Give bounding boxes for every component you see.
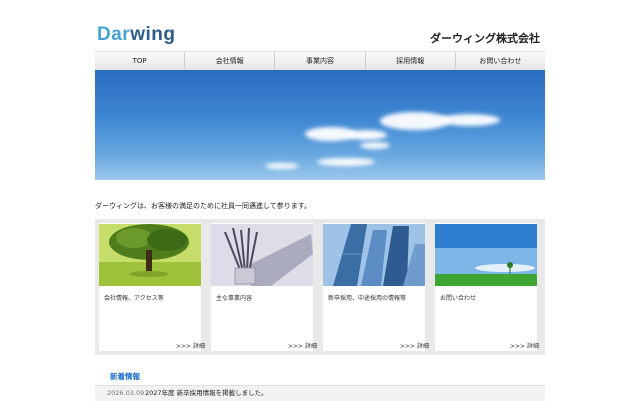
pencils-image <box>211 224 313 286</box>
card-caption: 新卒採用、中途採用の情報等 <box>328 295 407 302</box>
news-date: 2026.03.09 <box>107 389 145 397</box>
company-name: ダーウィング株式会社 <box>430 32 540 45</box>
news-item[interactable]: 2026.03.09 2027年度 新卒採用情報を掲載しました。 <box>95 385 545 401</box>
service-cards: 会社情報、アクセス等 主な事業内容 新卒採用、中途採用の情報等 お問い合わせ <box>95 219 545 355</box>
nav-item-top[interactable]: TOP <box>95 52 186 70</box>
card-business[interactable]: 主な事業内容 <box>211 223 313 351</box>
main-nav: TOP 会社情報 事業内容 採用情報 お問い合わせ <box>95 51 545 71</box>
field-image <box>435 224 537 286</box>
cloud-shape <box>360 142 390 149</box>
more-link[interactable]: >>> 詳細 <box>510 341 539 350</box>
skyscrapers-image <box>323 224 425 286</box>
news-text[interactable]: 2027年度 新卒採用情報を掲載しました。 <box>145 386 268 401</box>
card-company[interactable]: 会社情報、アクセス等 <box>99 223 201 351</box>
card-caption: 主な事業内容 <box>216 295 253 302</box>
site-logo[interactable]: Darwing <box>97 24 175 46</box>
card-contact[interactable]: お問い合わせ <box>435 223 537 351</box>
more-link[interactable]: >>> 詳細 <box>176 341 205 350</box>
logo-text-part1: Dar <box>97 24 131 45</box>
nav-item-contact[interactable]: お問い合わせ <box>456 52 545 70</box>
page: Darwing ダーウィング株式会社 TOP 会社情報 事業内容 採用情報 お問… <box>0 0 640 401</box>
card-caption: 会社情報、アクセス等 <box>104 295 164 302</box>
logo-text-part2: wing <box>130 24 176 45</box>
card-recruit[interactable]: 新卒採用、中途採用の情報等 <box>323 223 425 351</box>
cloud-shape <box>440 114 500 126</box>
card-caption: お問い合わせ <box>440 295 477 302</box>
hero-sky-image <box>95 70 545 180</box>
intro-text: ダーウィングは、お客様の満足のために社員一同邁進して参ります。 <box>95 202 312 210</box>
more-link[interactable]: >>> 詳細 <box>400 341 429 350</box>
news-heading: 新着情報 <box>110 372 140 381</box>
more-link[interactable]: >>> 詳細 <box>288 341 317 350</box>
nav-item-recruit[interactable]: 採用情報 <box>366 52 456 70</box>
nav-item-company[interactable]: 会社情報 <box>185 52 276 70</box>
tree-image <box>99 224 201 286</box>
nav-item-business[interactable]: 事業内容 <box>275 52 366 70</box>
cloud-shape <box>317 158 375 166</box>
cloud-shape <box>265 163 299 169</box>
cloud-shape <box>347 130 387 140</box>
